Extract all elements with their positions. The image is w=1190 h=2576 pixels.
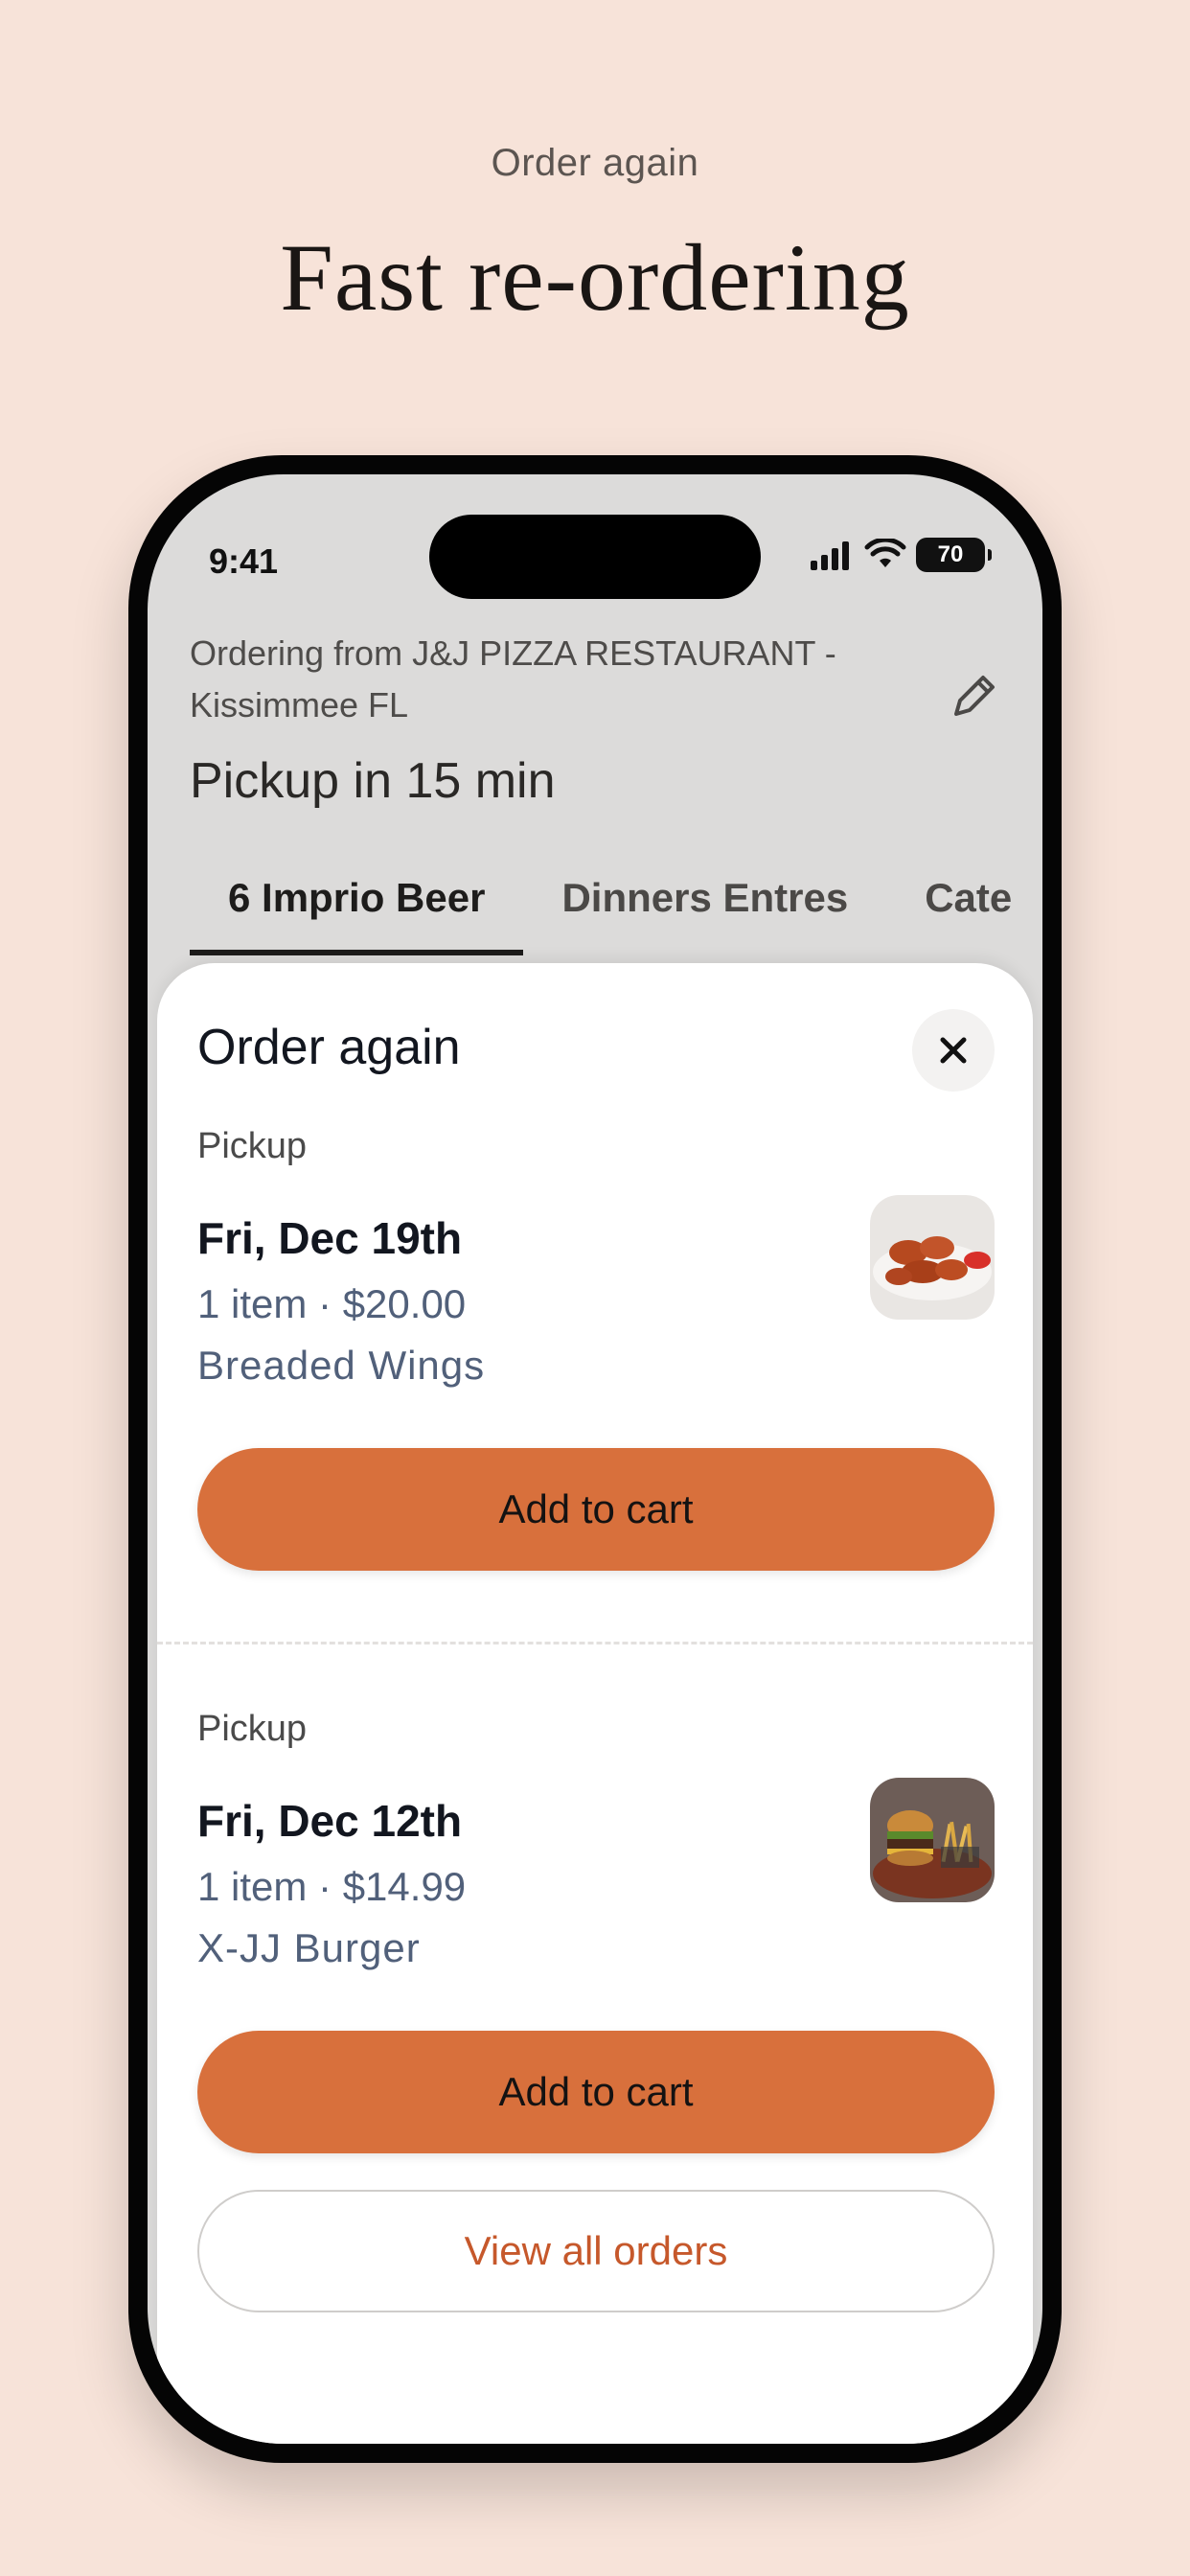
order-summary: 1 item · $14.99 xyxy=(197,1864,467,1909)
sheet-title: Order again xyxy=(197,1020,461,1075)
category-tabs: 6 Imprio Beer Dinners Entres Cate xyxy=(190,860,1042,965)
marketing-page: Order again Fast re-ordering 9:41 70 Ord… xyxy=(0,0,1190,2576)
phone-screen: 9:41 70 Ordering from J&J PIZZA RESTAURA… xyxy=(148,474,1042,2444)
order-card: Pickup Fri, Dec 12th 1 item · $14.99 X-J… xyxy=(197,1709,995,2153)
add-to-cart-button[interactable]: Add to cart xyxy=(197,2031,995,2153)
headline: Fast re-ordering xyxy=(280,224,910,331)
order-again-sheet: Order again Pickup Fri, Dec 19th 1 item … xyxy=(157,963,1033,2444)
order-summary: 1 item · $20.00 xyxy=(197,1281,467,1326)
chicken-wings-photo xyxy=(870,1195,995,1320)
order-item-name: X-JJ Burger xyxy=(197,1925,421,1970)
order-type: Pickup xyxy=(197,1126,308,1166)
wifi-icon xyxy=(864,539,906,567)
order-item-name: Breaded Wings xyxy=(197,1343,486,1388)
order-card: Pickup Fri, Dec 19th 1 item · $20.00 Bre… xyxy=(197,1126,995,1571)
phone-frame: 9:41 70 Ordering from J&J PIZZA RESTAURA… xyxy=(128,455,1062,2463)
status-time: 9:41 xyxy=(209,541,279,581)
battery-icon: 70 xyxy=(916,538,992,572)
order-date: Fri, Dec 12th xyxy=(197,1796,463,1846)
pickup-time: Pickup in 15 min xyxy=(190,753,556,809)
signal-icon xyxy=(811,541,849,570)
view-all-orders-button[interactable]: View all orders xyxy=(197,2190,995,2312)
eyebrow-text: Order again xyxy=(491,142,699,184)
status-icons: 70 xyxy=(809,538,992,572)
tab-imprio-beer[interactable]: 6 Imprio Beer xyxy=(190,860,524,955)
divider xyxy=(157,1642,1033,1644)
burger-photo xyxy=(870,1778,995,1902)
dynamic-island xyxy=(429,515,761,599)
tab-catering[interactable]: Cate xyxy=(886,860,1042,955)
ordering-from-text: Ordering from J&J PIZZA RESTAURANT - Kis… xyxy=(190,633,836,724)
pencil-icon[interactable] xyxy=(943,666,1004,727)
close-button[interactable] xyxy=(912,1009,995,1092)
add-to-cart-button[interactable]: Add to cart xyxy=(197,1448,995,1571)
order-type: Pickup xyxy=(197,1709,308,1749)
order-date: Fri, Dec 19th xyxy=(197,1213,463,1263)
close-icon xyxy=(940,1037,967,1064)
tab-dinners-entres[interactable]: Dinners Entres xyxy=(523,860,886,955)
